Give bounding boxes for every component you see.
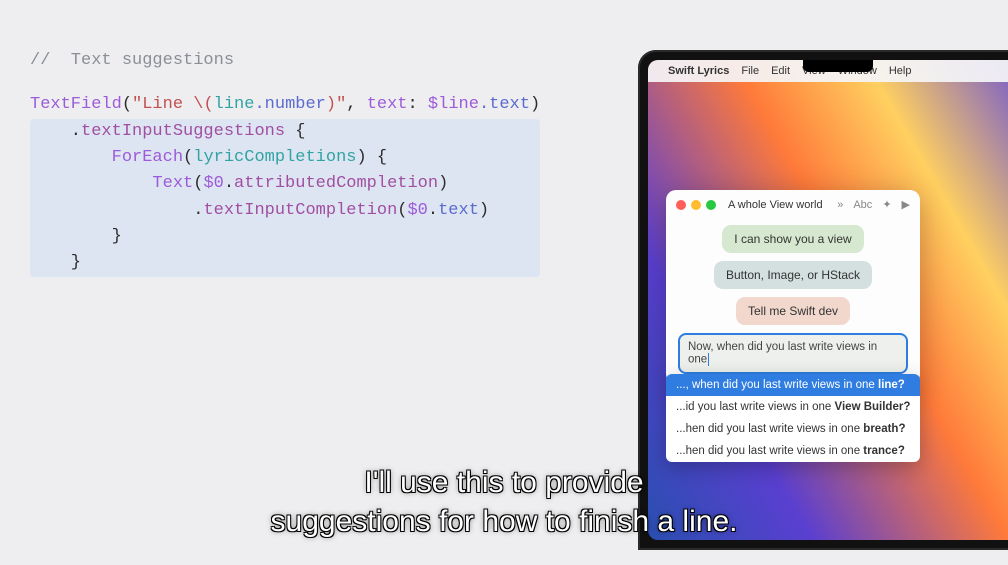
suggestion-item-2[interactable]: ...hen did you last write views in one b… — [666, 418, 920, 440]
code-line-7: } — [30, 250, 540, 276]
lyrics-stack: I can show you a view Button, Image, or … — [666, 219, 920, 325]
window-title: A whole View world — [728, 199, 831, 211]
traffic-lights — [676, 200, 716, 210]
code-line-3: ForEach(lyricCompletions) { — [30, 145, 540, 171]
code-line-4: Text($0.attributedCompletion) — [30, 171, 540, 197]
code-line-5: .textInputCompletion($0.text) — [30, 198, 540, 224]
menubar-app-name[interactable]: Swift Lyrics — [668, 65, 729, 77]
lyric-line-3: Tell me Swift dev — [736, 297, 850, 325]
caption-line-2: suggestions for how to finish a line. — [50, 502, 957, 541]
menu-help[interactable]: Help — [889, 65, 912, 77]
suggestions-popup: ..., when did you last write views in on… — [666, 374, 920, 462]
text-caret — [708, 353, 709, 366]
notch — [803, 60, 873, 72]
code-line-1: TextField("Line \(line.number)", text: $… — [30, 92, 540, 118]
suggestion-item-1[interactable]: ...id you last write views in one View B… — [666, 396, 920, 418]
caption-line-1: I'll use this to provide — [50, 463, 957, 502]
code-highlight: .textInputSuggestions { ForEach(lyricCom… — [30, 119, 540, 277]
app-window: A whole View world » Abc ✦ ▶ I can show … — [666, 190, 920, 384]
code-line-2: .textInputSuggestions { — [30, 119, 540, 145]
close-button[interactable] — [676, 200, 686, 210]
menu-edit[interactable]: Edit — [771, 65, 790, 77]
code-block: // Text suggestions TextField("Line \(li… — [30, 48, 540, 277]
chevron-icon[interactable]: » — [837, 199, 843, 211]
lyric-input-text: Now, when did you last write views in on… — [688, 341, 877, 366]
titlebar: A whole View world » Abc ✦ ▶ — [666, 190, 920, 219]
play-icon[interactable]: ▶ — [902, 198, 910, 211]
subtitle-caption: I'll use this to provide suggestions for… — [50, 463, 957, 541]
sparkle-icon[interactable]: ✦ — [882, 198, 891, 211]
minimize-button[interactable] — [691, 200, 701, 210]
abc-icon[interactable]: Abc — [853, 199, 872, 211]
code-comment: // Text suggestions — [30, 48, 540, 74]
menu-file[interactable]: File — [741, 65, 759, 77]
suggestion-item-0[interactable]: ..., when did you last write views in on… — [666, 374, 920, 396]
lyric-input[interactable]: Now, when did you last write views in on… — [678, 333, 908, 374]
lyric-line-1: I can show you a view — [722, 225, 863, 253]
lyric-line-2: Button, Image, or HStack — [714, 261, 872, 289]
suggestion-item-3[interactable]: ...hen did you last write views in one t… — [666, 440, 920, 462]
code-line-6: } — [30, 224, 540, 250]
zoom-button[interactable] — [706, 200, 716, 210]
